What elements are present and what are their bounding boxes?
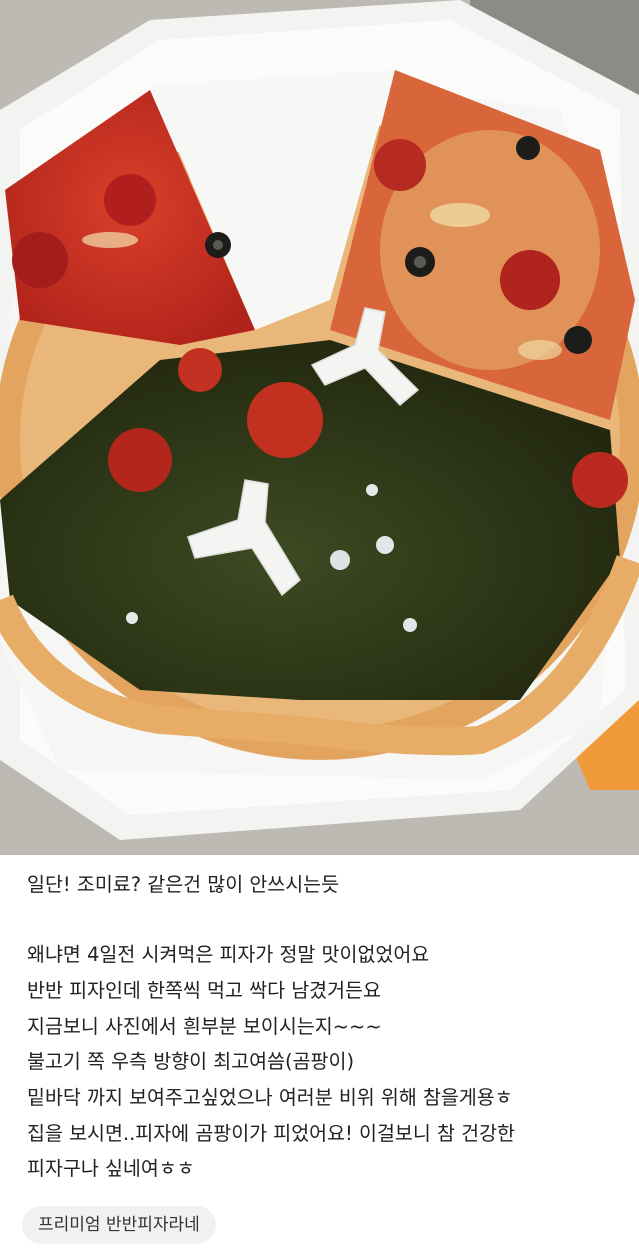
product-tag-chip[interactable]: 프리미엄 반반피자라네: [22, 1206, 216, 1244]
pizza-photo-illustration: [0, 0, 639, 855]
post-text-line: 피자구나 싶네여ㅎㅎ: [27, 1157, 195, 1180]
post-text-line: 불고기 쪽 우측 방향이 최고여씀(곰팡이): [27, 1050, 355, 1073]
post-text-line: 지금보니 사진에서 흰부분 보이시는지~~~: [27, 1015, 382, 1038]
post-body: 일단! 조미료? 같은건 많이 안쓰시는듯 왜냐면 4일전 시켜먹은 피자가 정…: [0, 855, 639, 1248]
post-text-line: 집을 보시면..피자에 곰팡이가 피었어요! 이걸보니 참 건강한: [27, 1122, 515, 1145]
post-text-line: 반반 피자인데 한쪽씩 먹고 싹다 남겼거든요: [27, 979, 381, 1002]
post-text-line: 왜냐면 4일전 시켜먹은 피자가 정말 맛이없었어요: [27, 943, 430, 966]
pizza-photo: [0, 0, 639, 855]
post-text-line: 밑바닥 까지 보여주고싶었으나 여러분 비위 위해 참을게용ㅎ: [27, 1086, 513, 1109]
post-text-line: 일단! 조미료? 같은건 많이 안쓰시는듯: [27, 873, 340, 896]
